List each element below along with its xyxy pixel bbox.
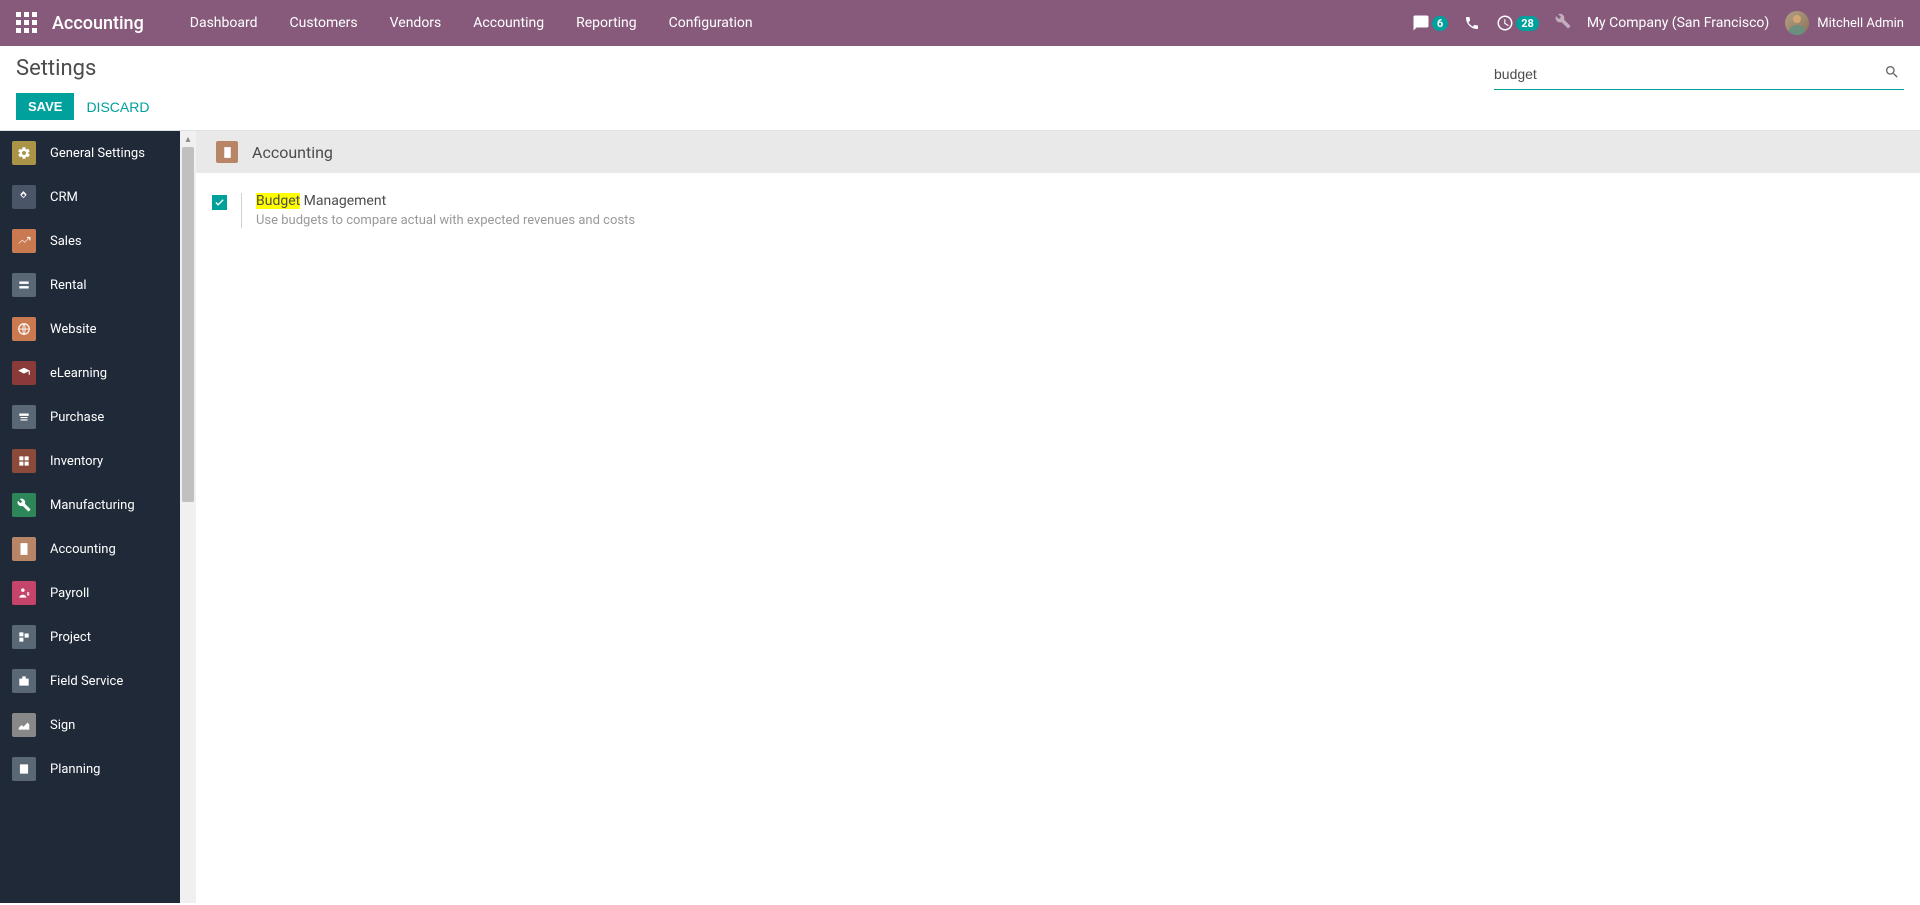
check-icon xyxy=(214,197,225,208)
cart-icon xyxy=(12,405,36,429)
search-input[interactable] xyxy=(1494,62,1880,86)
sidebar-item-label: eLearning xyxy=(50,366,107,381)
sidebar-item-label: Planning xyxy=(50,762,100,777)
sidebar-item-label: Sign xyxy=(50,718,75,733)
activities-button[interactable]: 28 xyxy=(1496,14,1539,32)
page-title: Settings xyxy=(16,56,149,81)
wrench-icon xyxy=(12,493,36,517)
sidebar-item-label: Manufacturing xyxy=(50,498,135,513)
sidebar-item-label: Purchase xyxy=(50,410,104,425)
sidebar-item-project[interactable]: Project xyxy=(0,615,180,659)
section-title: Accounting xyxy=(252,143,333,162)
settings-sidebar: General Settings CRM Sales Rental Websit… xyxy=(0,131,180,903)
sidebar-item-label: Inventory xyxy=(50,454,103,469)
app-name[interactable]: Accounting xyxy=(52,13,144,34)
control-panel: Settings SAVE DISCARD xyxy=(0,46,1920,130)
sidebar-item-label: Sales xyxy=(50,234,82,249)
calendar-icon xyxy=(12,757,36,781)
sidebar-item-payroll[interactable]: Payroll xyxy=(0,571,180,615)
settings-content: Accounting Budget Management Use budgets… xyxy=(196,131,1920,903)
user-name: Mitchell Admin xyxy=(1817,16,1904,31)
sidebar-item-accounting[interactable]: Accounting xyxy=(0,527,180,571)
phone-button[interactable] xyxy=(1464,15,1480,31)
invoice-icon xyxy=(216,141,238,163)
setting-label: Budget Management xyxy=(256,193,635,209)
apps-menu-icon[interactable] xyxy=(16,12,38,34)
sidebar-item-label: General Settings xyxy=(50,146,145,161)
graduation-icon xyxy=(12,361,36,385)
user-menu[interactable]: Mitchell Admin xyxy=(1785,11,1904,35)
phone-icon xyxy=(1464,15,1480,31)
sidebar-scrollbar[interactable]: ▴ xyxy=(180,131,196,903)
signature-icon xyxy=(12,713,36,737)
sidebar-item-sales[interactable]: Sales xyxy=(0,219,180,263)
user-avatar-icon xyxy=(1785,11,1809,35)
menu-customers[interactable]: Customers xyxy=(274,2,374,44)
messages-button[interactable]: 6 xyxy=(1412,14,1448,32)
sidebar-item-label: Accounting xyxy=(50,542,116,557)
search-box xyxy=(1494,60,1904,90)
highlight-text: Budget xyxy=(256,193,300,209)
save-button[interactable]: SAVE xyxy=(16,93,74,120)
setting-description: Use budgets to compare actual with expec… xyxy=(256,213,635,228)
messages-badge: 6 xyxy=(1432,16,1448,31)
debug-button[interactable] xyxy=(1555,13,1571,33)
top-menu: Dashboard Customers Vendors Accounting R… xyxy=(174,2,769,44)
puzzle-icon xyxy=(12,625,36,649)
sidebar-item-label: Project xyxy=(50,630,91,645)
tools-icon xyxy=(1555,13,1571,29)
sidebar-item-label: Website xyxy=(50,322,97,337)
search-icon xyxy=(1884,64,1900,80)
menu-accounting[interactable]: Accounting xyxy=(457,2,560,44)
menu-vendors[interactable]: Vendors xyxy=(374,2,458,44)
invoice-icon xyxy=(12,537,36,561)
sidebar-item-purchase[interactable]: Purchase xyxy=(0,395,180,439)
sidebar-item-website[interactable]: Website xyxy=(0,307,180,351)
setting-budget-management: Budget Management Use budgets to compare… xyxy=(212,193,1904,228)
menu-reporting[interactable]: Reporting xyxy=(560,2,653,44)
main-layout: General Settings CRM Sales Rental Websit… xyxy=(0,130,1920,903)
budget-checkbox[interactable] xyxy=(212,195,227,210)
sidebar-item-label: CRM xyxy=(50,190,78,205)
gear-icon xyxy=(12,141,36,165)
sidebar-item-crm[interactable]: CRM xyxy=(0,175,180,219)
company-selector[interactable]: My Company (San Francisco) xyxy=(1587,15,1769,31)
clock-icon xyxy=(1496,14,1514,32)
sidebar-item-label: Rental xyxy=(50,278,87,293)
sidebar-item-general[interactable]: General Settings xyxy=(0,131,180,175)
sidebar-item-label: Field Service xyxy=(50,674,123,689)
section-header: Accounting xyxy=(196,131,1920,173)
toolbox-icon xyxy=(12,669,36,693)
menu-dashboard[interactable]: Dashboard xyxy=(174,2,274,44)
scroll-up-icon: ▴ xyxy=(180,131,196,147)
top-navbar: Accounting Dashboard Customers Vendors A… xyxy=(0,0,1920,46)
menu-configuration[interactable]: Configuration xyxy=(653,2,769,44)
chart-line-icon xyxy=(12,229,36,253)
sidebar-item-planning[interactable]: Planning xyxy=(0,747,180,791)
activities-badge: 28 xyxy=(1516,16,1539,31)
sidebar-item-manufacturing[interactable]: Manufacturing xyxy=(0,483,180,527)
box-icon xyxy=(12,449,36,473)
topbar-right: 6 28 My Company (San Francisco) Mitchell… xyxy=(1412,11,1904,35)
sidebar-item-label: Payroll xyxy=(50,586,89,601)
globe-icon xyxy=(12,317,36,341)
chat-icon xyxy=(1412,14,1430,32)
discard-button[interactable]: DISCARD xyxy=(86,99,149,115)
sidebar-item-fieldservice[interactable]: Field Service xyxy=(0,659,180,703)
sidebar-item-sign[interactable]: Sign xyxy=(0,703,180,747)
handshake-icon xyxy=(12,185,36,209)
scrollbar-thumb[interactable] xyxy=(182,147,194,502)
sidebar-item-inventory[interactable]: Inventory xyxy=(0,439,180,483)
person-money-icon xyxy=(12,581,36,605)
key-icon xyxy=(12,273,36,297)
search-button[interactable] xyxy=(1880,60,1904,87)
sidebar-item-elearning[interactable]: eLearning xyxy=(0,351,180,395)
sidebar-item-rental[interactable]: Rental xyxy=(0,263,180,307)
